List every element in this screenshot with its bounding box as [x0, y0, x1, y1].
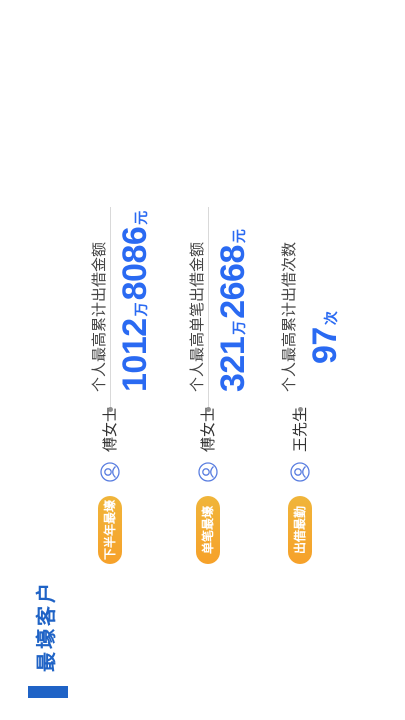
timeline-line	[208, 207, 209, 407]
timeline-dot	[108, 407, 113, 412]
metric-label: 个人最高累计出借次数	[280, 241, 298, 392]
value-tail: 2668	[214, 245, 252, 319]
customer-record: 单笔最壕 傅女士 个人最高单笔出借金额 321万2668元	[188, 24, 268, 564]
metric-value: 1012万8086元	[116, 209, 155, 392]
rotated-content: 最壕客户 下半年最壕 傅女士 个人最高累计出借金额 1012万8086元 单笔最…	[0, 0, 405, 720]
value-main: 321	[214, 336, 252, 392]
customer-record: 出借最勤 王先生 个人最高累计出借次数 97次	[280, 24, 360, 564]
customer-name: 傅女士	[199, 406, 217, 452]
value-tail: 8086	[116, 226, 154, 301]
user-avatar-icon	[290, 462, 310, 482]
record-badge: 单笔最壕	[196, 496, 220, 564]
timeline-dot	[206, 407, 211, 412]
customer-name: 王先生	[291, 406, 309, 452]
customer-record: 下半年最壕 傅女士 个人最高累计出借金额 1012万8086元	[90, 24, 170, 564]
value-unit: 万	[231, 320, 247, 335]
title-accent-bar	[28, 686, 68, 698]
metric-value: 321万2668元	[214, 227, 253, 392]
metric-value: 97次	[306, 305, 345, 364]
value-main: 1012	[116, 318, 154, 392]
page-title: 最壕客户	[34, 580, 58, 672]
value-unit: 次	[323, 311, 339, 326]
value-unit-2: 元	[133, 210, 149, 225]
value-unit: 万	[133, 302, 149, 317]
timeline-line	[110, 207, 111, 407]
record-badge: 出借最勤	[288, 496, 312, 564]
metric-label: 个人最高累计出借金额	[90, 241, 108, 392]
user-avatar-icon	[100, 462, 120, 482]
value-main: 97	[306, 327, 344, 364]
record-badge: 下半年最壕	[98, 496, 122, 564]
timeline-dot	[298, 407, 303, 412]
value-unit-2: 元	[231, 229, 247, 244]
user-avatar-icon	[198, 462, 218, 482]
customer-name: 傅女士	[101, 406, 119, 452]
metric-label: 个人最高单笔出借金额	[188, 241, 206, 392]
